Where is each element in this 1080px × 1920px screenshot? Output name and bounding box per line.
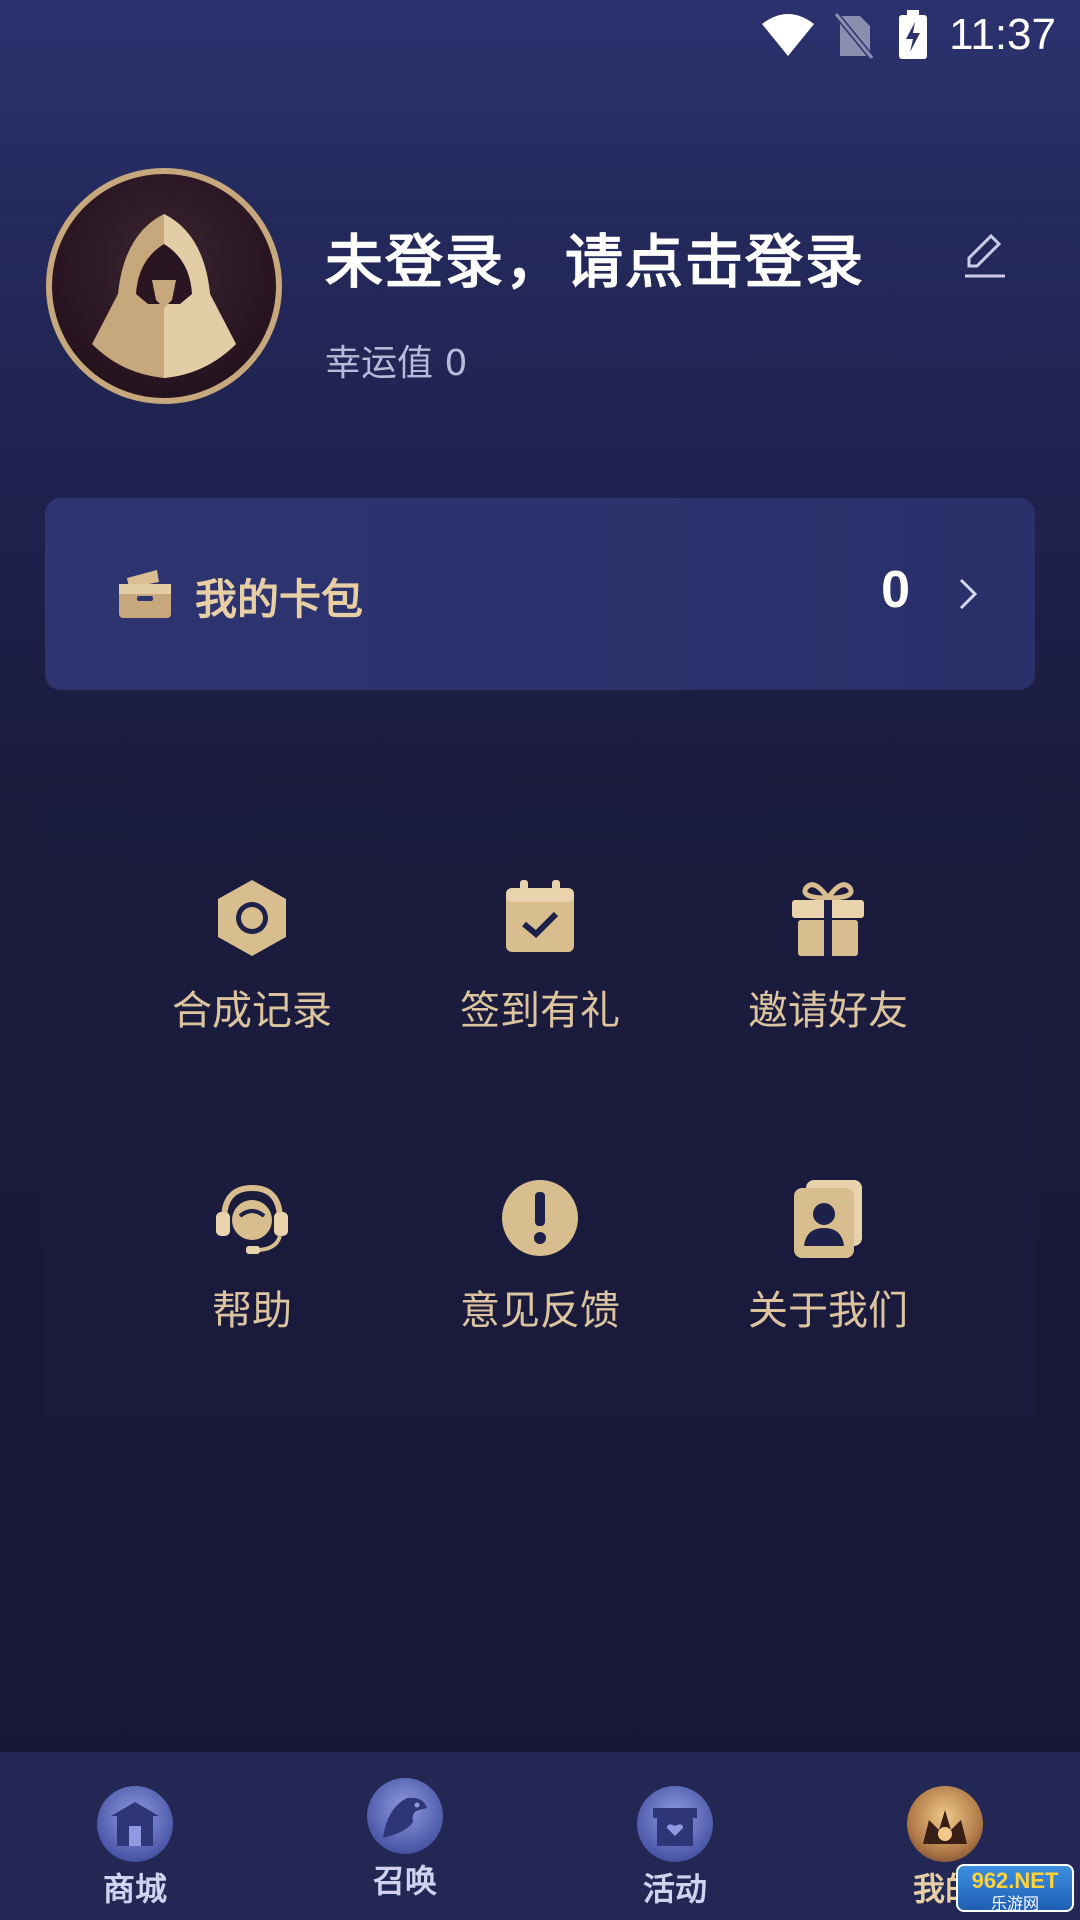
hexagon-target-icon [218,880,286,956]
card-wallet-row[interactable]: 我的卡包 0 [45,498,1035,690]
menu-item-feedback[interactable]: 意见反馈 [410,1176,670,1376]
calendar-check-icon [506,880,574,952]
headset-icon [216,1184,288,1254]
menu-item-about-us[interactable]: 关于我们 [698,1176,958,1376]
nav-label: 活动 [642,1870,707,1908]
nav-label: 召唤 [372,1862,437,1900]
nav-label: 商城 [102,1870,167,1908]
eagle-icon-glyph [383,1797,427,1838]
nav-item-shop[interactable]: 商城 [35,1752,235,1920]
avatar[interactable] [46,168,282,404]
status-time: 11:37 [949,10,1056,59]
luck-label: 幸运值 [325,343,434,384]
no-sim-icon [834,12,874,60]
menu-item-label: 意见反馈 [460,1288,620,1334]
nav-item-summon[interactable]: 召唤 [305,1752,505,1920]
eagle-icon [367,1778,443,1854]
card-wallet-label: 我的卡包 [195,575,364,624]
nav-item-activity[interactable]: 活动 [575,1752,775,1920]
menu-item-label: 关于我们 [748,1288,908,1334]
login-prompt[interactable]: 未登录，请点击登录 [325,215,865,299]
watermark-logo: 962.NET 乐游网 [956,1864,1074,1913]
activity-store-icon-glyph [653,1808,697,1846]
menu-item-label: 签到有礼 [460,988,620,1034]
hooded-figure-avatar [92,214,236,378]
chevron-right-icon [959,578,978,610]
menu-item-invite-friends[interactable]: 邀请好友 [698,876,958,1076]
exclamation-icon [502,1180,578,1256]
wifi-icon [762,14,814,56]
menu-item-label: 合成记录 [172,988,332,1034]
bottom-nav: 商城 召唤 活动 我的 962.NET 乐游网 [0,1752,1080,1920]
status-bar: 11:37 [0,0,1080,72]
card-wallet-count: 0 [881,561,910,619]
profile-crown-icon [907,1786,983,1862]
profile-crown-icon-glyph [923,1810,967,1844]
menu-item-help[interactable]: 帮助 [122,1176,382,1376]
contact-card-icon [794,1180,862,1258]
menu-item-label: 帮助 [212,1288,292,1334]
shop-icon-glyph [111,1802,159,1846]
watermark-bottom: 乐游网 [990,1894,1039,1913]
card-wallet-icon [119,570,171,618]
menu-panel: 合成记录 签到有礼 邀请好友 帮助 意见反馈 关于我们 [45,790,1035,1420]
luck-value-row: 幸运值 0 [325,334,467,386]
gift-icon [792,882,864,956]
activity-store-icon [637,1786,713,1862]
shop-icon [97,1786,173,1862]
edit-pencil-icon[interactable] [955,226,1011,282]
menu-item-synthesis-record[interactable]: 合成记录 [122,876,382,1076]
menu-item-label: 邀请好友 [748,988,908,1034]
battery-charging-icon [899,10,927,59]
menu-item-check-in[interactable]: 签到有礼 [410,876,670,1076]
luck-value: 0 [444,343,468,384]
